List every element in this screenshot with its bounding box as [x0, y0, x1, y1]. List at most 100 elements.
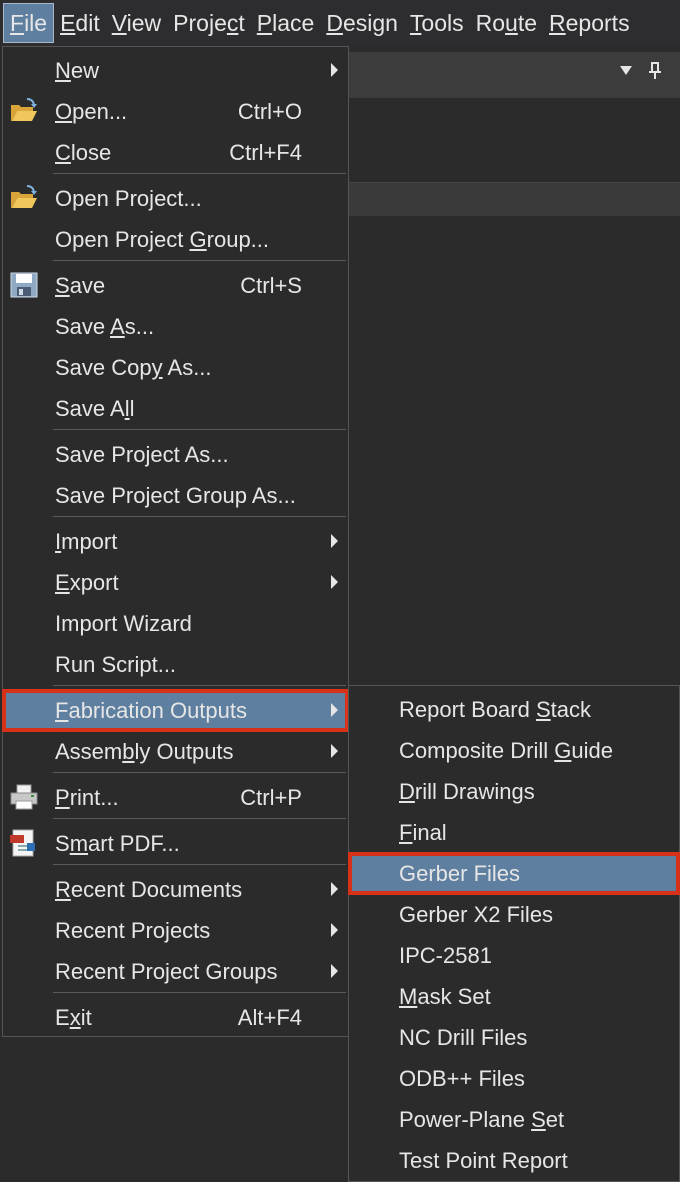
submenu-item-gerber-x2-files[interactable]: Gerber X2 Files — [349, 894, 679, 935]
menu-item-save-copy-as[interactable]: Save Copy As... — [3, 347, 348, 388]
menu-separator — [53, 173, 346, 174]
menu-item-label: Close — [55, 140, 112, 165]
menu-item-label: Open Project... — [55, 186, 202, 211]
menu-item-label: Smart PDF... — [55, 831, 180, 856]
triangle-down-icon[interactable] — [618, 62, 634, 83]
menu-project[interactable]: Project — [167, 2, 251, 44]
panel-header — [348, 52, 680, 98]
menu-route[interactable]: Route — [470, 2, 543, 44]
menu-item-fabrication-outputs[interactable]: Fabrication Outputs — [2, 689, 349, 732]
menu-item-open[interactable]: Open... Ctrl+O — [3, 91, 348, 132]
submenu-item-odb-files[interactable]: ODB++ Files — [349, 1058, 679, 1099]
menu-tools[interactable]: Tools — [404, 2, 470, 44]
menu-item-exit[interactable]: Exit Alt+F4 — [3, 997, 348, 1038]
menu-item-import[interactable]: Import — [3, 521, 348, 562]
submenu-item-drill-drawings[interactable]: Drill Drawings — [349, 771, 679, 812]
menu-item-label: Save As... — [55, 314, 155, 339]
submenu-item-nc-drill-files[interactable]: NC Drill Files — [349, 1017, 679, 1058]
submenu-item-final[interactable]: Final — [349, 812, 679, 853]
submenu-item-report-board-stack[interactable]: Report Board Stack — [349, 689, 679, 730]
menu-item-label: Save — [55, 273, 106, 298]
menu-separator — [53, 516, 346, 517]
submenu-arrow-icon — [331, 534, 338, 548]
menu-item-shortcut: Ctrl+P — [240, 785, 302, 810]
submenu-item-label: NC Drill Files — [399, 1025, 528, 1050]
panel-toolbar — [348, 182, 680, 217]
submenu-item-label: Gerber Files — [399, 861, 521, 886]
submenu-item-label: Final — [399, 820, 447, 845]
menu-item-run-script[interactable]: Run Script... — [3, 644, 348, 685]
menu-separator — [53, 818, 346, 819]
submenu-item-label: IPC-2581 — [399, 943, 492, 968]
menu-item-save-all[interactable]: Save All — [3, 388, 348, 429]
pin-icon[interactable] — [648, 62, 662, 85]
menu-item-open-project[interactable]: Open Project... — [3, 178, 348, 219]
submenu-item-label: Mask Set — [399, 984, 491, 1009]
menu-item-label: Run Script... — [55, 652, 177, 677]
menu-item-label: Fabrication Outputs — [55, 698, 247, 723]
smart-pdf-icon — [9, 829, 39, 857]
menu-item-label: Open... — [55, 99, 128, 124]
fabrication-outputs-submenu: Report Board Stack Composite Drill Guide D… — [348, 685, 680, 1182]
menu-view[interactable]: View — [106, 2, 167, 44]
submenu-arrow-icon — [331, 575, 338, 589]
submenu-arrow-icon — [331, 923, 338, 937]
submenu-item-mask-set[interactable]: Mask Set — [349, 976, 679, 1017]
panel-content — [348, 98, 680, 182]
menu-item-print[interactable]: Print... Ctrl+P — [3, 777, 348, 818]
menu-separator — [53, 260, 346, 261]
menu-item-close[interactable]: Close Ctrl+F4 — [3, 132, 348, 173]
menu-separator — [53, 772, 346, 773]
menu-item-label: Save All — [55, 396, 135, 421]
open-folder-icon — [9, 97, 39, 125]
menu-item-label: Save Project As... — [55, 442, 229, 467]
menu-reports[interactable]: Reports — [543, 2, 636, 44]
menu-item-recent-projects[interactable]: Recent Projects — [3, 910, 348, 951]
menu-item-recent-project-groups[interactable]: Recent Project Groups — [3, 951, 348, 992]
menu-item-label: Exit — [55, 1005, 92, 1030]
menu-item-export[interactable]: Export — [3, 562, 348, 603]
menu-item-label: Print... — [55, 785, 119, 810]
submenu-item-power-plane-set[interactable]: Power-Plane Set — [349, 1099, 679, 1140]
menu-item-recent-documents[interactable]: Recent Documents — [3, 869, 348, 910]
menu-item-import-wizard[interactable]: Import Wizard — [3, 603, 348, 644]
menu-file[interactable]: File — [3, 3, 55, 43]
menu-item-label: Import Wizard — [55, 611, 192, 636]
submenu-item-label: Composite Drill Guide — [399, 738, 613, 763]
printer-icon — [9, 783, 39, 811]
submenu-item-ipc-2581[interactable]: IPC-2581 — [349, 935, 679, 976]
menu-item-assembly-outputs[interactable]: Assembly Outputs — [3, 731, 348, 772]
menu-item-save-project-group-as[interactable]: Save Project Group As... — [3, 475, 348, 516]
menu-item-shortcut: Alt+F4 — [237, 1005, 302, 1030]
menu-edit[interactable]: Edit — [54, 2, 106, 44]
menu-item-label: Recent Documents — [55, 877, 243, 902]
menu-place[interactable]: Place — [251, 2, 321, 44]
submenu-item-label: ODB++ Files — [399, 1066, 525, 1091]
submenu-item-label: Drill Drawings — [399, 779, 535, 804]
menubar: File Edit View Project Place Design Tool… — [0, 0, 680, 46]
menu-item-smart-pdf[interactable]: Smart PDF... — [3, 823, 348, 864]
menu-item-open-project-group[interactable]: Open Project Group... — [3, 219, 348, 260]
submenu-item-label: Test Point Report — [399, 1148, 568, 1173]
submenu-arrow-icon — [331, 882, 338, 896]
menu-item-shortcut: Ctrl+F4 — [229, 140, 302, 165]
menu-item-save-project-as[interactable]: Save Project As... — [3, 434, 348, 475]
submenu-item-label: Power-Plane Set — [399, 1107, 565, 1132]
submenu-item-label: Gerber X2 Files — [399, 902, 554, 927]
menu-item-save[interactable]: Save Ctrl+S — [3, 265, 348, 306]
menu-item-new[interactable]: New — [3, 50, 348, 91]
submenu-item-composite-drill-guide[interactable]: Composite Drill Guide — [349, 730, 679, 771]
menu-item-shortcut: Ctrl+S — [240, 273, 302, 298]
menu-design[interactable]: Design — [320, 2, 404, 44]
menu-separator — [53, 864, 346, 865]
menu-item-label: Recent Projects — [55, 918, 211, 943]
menu-item-label: Recent Project Groups — [55, 959, 278, 984]
menu-item-label: Assembly Outputs — [55, 739, 234, 764]
menu-item-label: New — [55, 58, 100, 83]
submenu-item-test-point-report[interactable]: Test Point Report — [349, 1140, 679, 1181]
menu-item-label: Open Project Group... — [55, 227, 270, 252]
submenu-arrow-icon — [331, 703, 338, 717]
file-menu: New Open... Ctrl+O Close Ctrl+F4 Open Project… — [2, 46, 349, 1037]
submenu-item-gerber-files[interactable]: Gerber Files — [348, 852, 680, 895]
menu-item-save-as[interactable]: Save As... — [3, 306, 348, 347]
